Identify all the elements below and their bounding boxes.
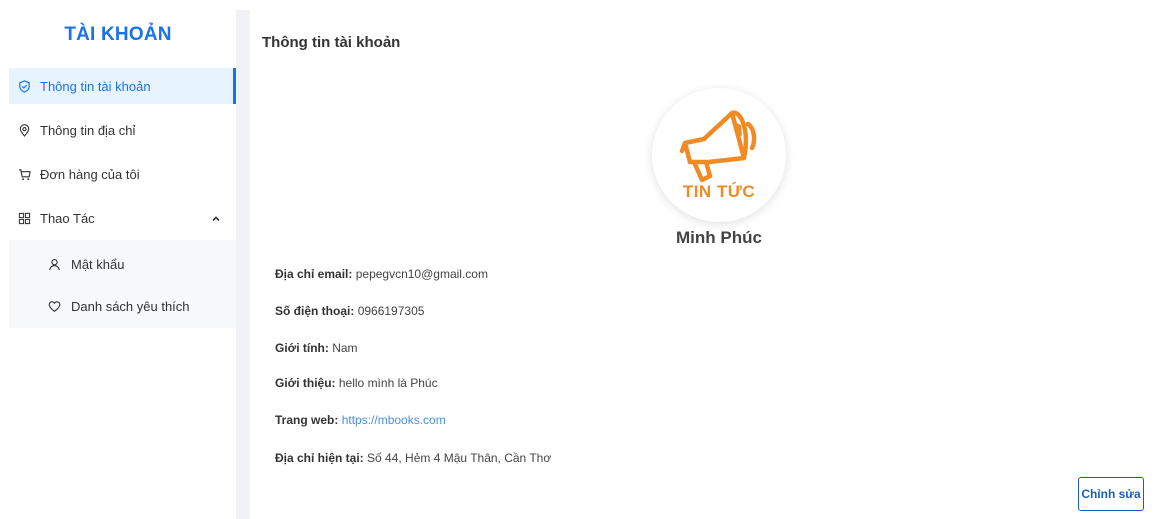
sidebar: TÀI KHOẢN Thông tin tài khoản Thông tin …	[0, 0, 236, 519]
email-row: Địa chỉ email: pepegvcn10@gmail.com	[275, 267, 488, 281]
sidebar-item-label: Thông tin địa chỉ	[40, 122, 136, 138]
phone-label: Số điện thoại:	[275, 304, 355, 318]
gender-label: Giới tính:	[275, 341, 329, 355]
sidebar-item-label: Thao Tác	[40, 210, 95, 226]
edit-button[interactable]: Chỉnh sửa	[1078, 477, 1144, 511]
sidebar-subitem-label: Mật khẩu	[71, 256, 125, 272]
sidebar-subitem-password[interactable]: Mật khẩu	[9, 244, 236, 284]
bio-value: hello mình là Phúc	[338, 376, 438, 390]
sidebar-title: TÀI KHOẢN	[64, 24, 172, 45]
gender-row: Giới tính: Nam	[275, 341, 358, 355]
grid-icon	[17, 211, 31, 225]
location-pin-icon	[17, 123, 31, 137]
heart-icon	[47, 299, 61, 313]
phone-row: Số điện thoại: 0966197305	[275, 304, 424, 318]
sidebar-item-label: Đơn hàng của tôi	[40, 166, 140, 182]
user-name: Minh Phúc	[676, 228, 762, 247]
bio-row: Giới thiệu: hello mình là Phúc	[275, 376, 438, 390]
website-link[interactable]: https://mbooks.com	[342, 413, 446, 427]
shield-check-icon	[17, 79, 31, 93]
website-label: Trang web:	[275, 413, 339, 427]
sidebar-item-account-info[interactable]: Thông tin tài khoản	[9, 68, 236, 104]
cart-icon	[17, 167, 31, 181]
avatar: TIN TỨC	[652, 88, 786, 222]
user-icon	[47, 257, 61, 271]
email-label: Địa chỉ email:	[275, 267, 353, 281]
phone-value: 0966197305	[357, 304, 425, 318]
sidebar-item-actions[interactable]: Thao Tác	[9, 200, 236, 236]
sidebar-item-label: Thông tin tài khoản	[40, 78, 151, 94]
sidebar-subitem-label: Danh sách yêu thích	[71, 298, 190, 314]
bio-label: Giới thiệu:	[275, 376, 336, 390]
layout-divider	[236, 10, 250, 519]
chevron-up-icon	[211, 212, 221, 222]
address-label: Địa chỉ hiện tại:	[275, 451, 364, 465]
address-value: Số 44, Hẻm 4 Mậu Thân, Cần Thơ	[367, 451, 552, 465]
sidebar-item-address-info[interactable]: Thông tin địa chỉ	[9, 112, 236, 148]
website-row: Trang web: https://mbooks.com	[275, 413, 446, 427]
email-value: pepegvcn10@gmail.com	[355, 267, 488, 281]
logo-text: TIN TỨC	[682, 182, 756, 201]
page-title: Thông tin tài khoản	[262, 34, 401, 51]
address-row: Địa chỉ hiện tại: Số 44, Hẻm 4 Mậu Thân,…	[275, 451, 551, 465]
gender-value: Nam	[332, 341, 358, 355]
sidebar-subitem-wishlist[interactable]: Danh sách yêu thích	[9, 286, 236, 326]
sidebar-item-my-orders[interactable]: Đơn hàng của tôi	[9, 156, 236, 192]
